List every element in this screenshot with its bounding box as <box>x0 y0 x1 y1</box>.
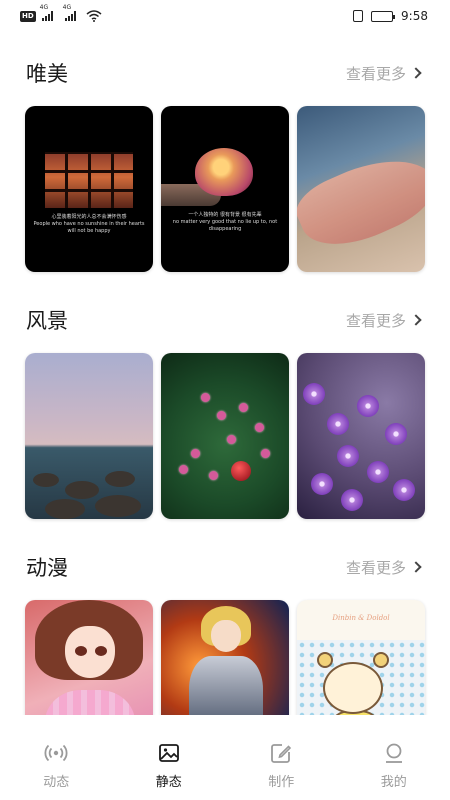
flower-shape <box>311 473 333 495</box>
blossom-shape <box>201 393 210 402</box>
anime-armor <box>189 656 263 715</box>
nav-tab-dynamic[interactable]: 动态 <box>0 725 113 800</box>
anime-face <box>211 620 241 652</box>
cartoon-head <box>323 662 383 714</box>
chevron-right-icon <box>410 561 422 573</box>
hd-badge: HD <box>20 10 36 22</box>
thumbnail-row: 心里装着阳光的人总不会满怀伤感 People who have no sunsh… <box>0 106 450 272</box>
edit-icon <box>271 744 292 763</box>
nav-tab-mine[interactable]: 我的 <box>338 725 450 800</box>
wallpaper-thumbnail[interactable] <box>25 600 153 715</box>
see-more-button[interactable]: 查看更多 <box>346 310 424 331</box>
nav-label: 静态 <box>155 775 182 790</box>
thumbnail-row <box>0 353 450 519</box>
broadcast-icon <box>44 744 68 762</box>
blossom-shape <box>255 423 264 432</box>
blossom-shape <box>191 449 200 458</box>
status-bar: HD 4G 4G 9:58 <box>0 0 450 32</box>
wallpaper-thumbnail[interactable] <box>161 353 289 519</box>
wallpaper-thumbnail[interactable]: 一个人独特的 很有背景 很有先辈 no matter very good tha… <box>161 106 289 272</box>
sim2-network-tag: 4G <box>62 4 72 11</box>
status-right: 9:58 <box>353 9 428 23</box>
window-sunset-image <box>45 152 133 208</box>
nav-label: 我的 <box>380 775 407 790</box>
flower-shape <box>303 383 325 405</box>
profile-icon <box>385 743 402 763</box>
signal-icon-sim1: 4G <box>40 4 53 21</box>
vibrate-icon <box>353 10 364 22</box>
section-header: 动漫 查看更多 <box>0 542 450 592</box>
horn-shape <box>373 652 389 668</box>
section-anime: 动漫 查看更多 Dinbin & Doldol <box>0 542 450 715</box>
rock-shape <box>33 473 59 487</box>
blossom-shape <box>239 403 248 412</box>
wallpaper-thumbnail[interactable] <box>297 353 425 519</box>
section-header: 风景 查看更多 <box>0 295 450 345</box>
thumbnail-caption: 心里装着阳光的人总不会满怀伤感 People who have no sunsh… <box>33 214 145 234</box>
wallpaper-thumbnail[interactable] <box>25 353 153 519</box>
clock: 9:58 <box>401 9 428 23</box>
blossom-shape <box>209 471 218 480</box>
section-title: 唯美 <box>26 62 68 86</box>
category-list[interactable]: 唯美 查看更多 心里装着阳光的人总不会满怀伤感 People who have … <box>0 40 450 715</box>
fabric-image <box>297 140 425 262</box>
section-header: 唯美 查看更多 <box>0 48 450 98</box>
section-title: 风景 <box>26 309 68 333</box>
thumbnail-caption: 一个人独特的 很有背景 很有先辈 no matter very good tha… <box>172 212 278 232</box>
blossom-shape <box>179 465 188 474</box>
see-more-label: 查看更多 <box>345 558 406 577</box>
image-icon <box>158 744 179 762</box>
bottom-navigation: 动态 静态 制作 我的 <box>0 725 450 800</box>
status-left: HD 4G 4G <box>20 4 102 22</box>
see-more-label: 查看更多 <box>345 64 406 83</box>
wallpaper-thumbnail[interactable]: Dinbin & Doldol <box>297 600 425 715</box>
nav-tab-create[interactable]: 制作 <box>225 725 338 800</box>
thumbnail-row: Dinbin & Doldol <box>0 600 450 715</box>
rose-image <box>195 148 253 196</box>
berry-shape <box>231 461 251 481</box>
flower-shape <box>327 413 349 435</box>
section-aesthetic: 唯美 查看更多 心里装着阳光的人总不会满怀伤感 People who have … <box>0 48 450 272</box>
wallpaper-thumbnail[interactable] <box>297 106 425 272</box>
anime-eye <box>75 646 87 656</box>
nav-label: 动态 <box>43 775 70 790</box>
nav-label: 制作 <box>268 775 295 790</box>
nav-tab-static[interactable]: 静态 <box>113 725 226 800</box>
see-more-button[interactable]: 查看更多 <box>346 557 424 578</box>
blossom-shape <box>261 449 270 458</box>
flower-shape <box>357 395 379 417</box>
rock-shape <box>65 481 99 499</box>
see-more-button[interactable]: 查看更多 <box>346 63 424 84</box>
anime-face <box>65 626 115 678</box>
blossom-shape <box>227 435 236 444</box>
see-more-label: 查看更多 <box>345 311 406 330</box>
signal-icon-sim2: 4G <box>63 4 76 21</box>
chevron-right-icon <box>410 314 422 326</box>
blossom-shape <box>217 411 226 420</box>
section-scenery: 风景 查看更多 <box>0 295 450 519</box>
thumbnail-caption: Dinbin & Doldol <box>332 614 390 622</box>
sim1-network-tag: 4G <box>39 4 49 11</box>
flower-shape <box>367 461 389 483</box>
rock-shape <box>105 471 135 487</box>
flower-shape <box>341 489 363 511</box>
chevron-right-icon <box>410 67 422 79</box>
wallpaper-thumbnail[interactable]: 心里装着阳光的人总不会满怀伤感 People who have no sunsh… <box>25 106 153 272</box>
anime-dress <box>45 690 135 715</box>
wallpaper-thumbnail[interactable] <box>161 600 289 715</box>
wifi-icon <box>86 10 102 22</box>
flower-shape <box>337 445 359 467</box>
rock-shape <box>45 499 85 519</box>
section-title: 动漫 <box>26 556 68 580</box>
rock-shape <box>95 495 141 517</box>
anime-eye <box>95 646 107 656</box>
flower-shape <box>385 423 407 445</box>
battery-icon <box>371 10 396 22</box>
horn-shape <box>317 652 333 668</box>
flower-shape <box>393 479 415 501</box>
